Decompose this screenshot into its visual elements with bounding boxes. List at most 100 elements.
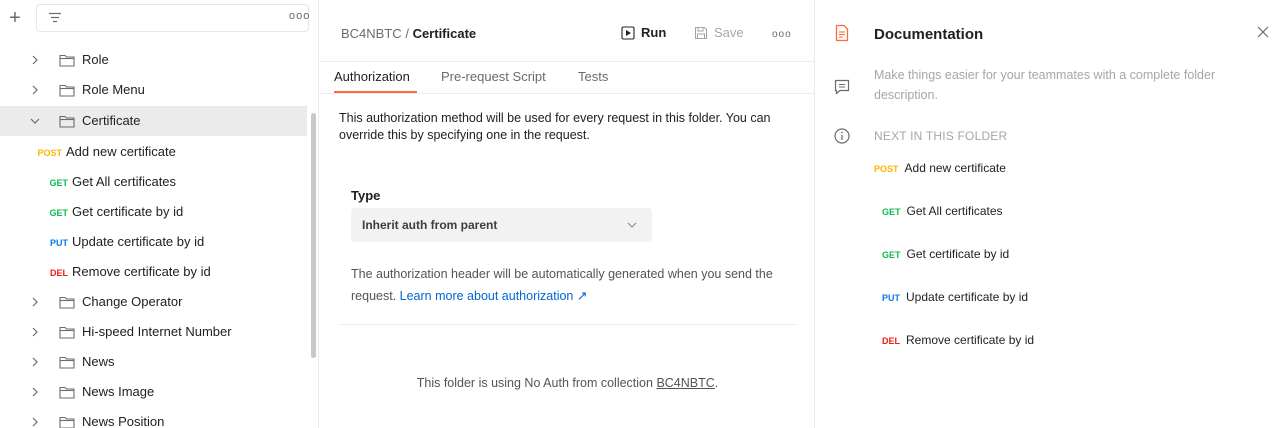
tab-pre-request-script[interactable]: Pre-request Script [441,69,546,84]
active-tab-indicator [334,91,417,93]
method-badge: POST [874,164,899,174]
breadcrumb-folder: Certificate [412,26,477,41]
request-label: Remove certificate by id [72,264,211,279]
request-item[interactable]: PUT Update certificate by id [0,227,307,257]
method-badge: GET [49,178,68,188]
collection-note-suffix: . [714,376,719,390]
chevron-right-icon [32,387,38,397]
breadcrumb-collection[interactable]: BC4NBTC [341,26,402,41]
next-item-label: Get All certificates [906,204,1003,218]
sidebar-toolbar: + ooo [0,0,318,38]
auth-type-value: Inherit auth from parent [362,218,498,232]
chevron-right-icon [32,327,38,337]
type-label: Type [351,188,381,203]
run-button[interactable]: Run [621,25,666,40]
next-item-label: Get certificate by id [906,247,1010,261]
folder-label: News Position [82,414,165,428]
method-badge: GET [49,208,68,218]
documentation-description[interactable]: Make things easier for your teammates wi… [874,65,1274,105]
folder-label: Change Operator [82,294,183,309]
document-icon[interactable] [833,24,851,42]
folder-icon [59,296,75,309]
tab-tests[interactable]: Tests [578,69,608,84]
auth-description: This authorization method will be used f… [339,111,771,142]
folder-news-image[interactable]: News Image [0,377,307,407]
next-item[interactable]: GET Get certificate by id [882,246,1009,264]
folder-label: News Image [82,384,155,399]
method-badge: POST [37,148,62,158]
close-icon[interactable] [1256,25,1270,39]
chevron-down-icon [627,222,637,228]
documentation-panel: Documentation Make things easier for you… [816,0,1281,428]
auth-note: The authorization header will be automat… [351,263,791,307]
folder-certificate[interactable]: Certificate [0,106,307,136]
play-icon [621,25,635,40]
method-badge: DEL [50,268,68,278]
more-icon[interactable]: ooo [289,10,310,22]
folder-role-menu[interactable]: Role Menu [0,75,307,105]
request-label: Get All certificates [72,174,177,189]
folder-hi-speed-internet-number[interactable]: Hi-speed Internet Number [0,317,307,347]
breadcrumb-separator: / [405,26,409,41]
method-badge: PUT [50,238,68,248]
folder-icon [59,326,75,339]
method-badge: DEL [882,336,900,346]
request-item[interactable]: GET Get certificate by id [0,197,307,227]
folder-icon [59,356,75,369]
save-icon [694,26,708,39]
next-item[interactable]: GET Get All certificates [882,203,1003,221]
next-item-label: Add new certificate [904,161,1006,175]
learn-more-link[interactable]: Learn more about authorization ↗ [400,289,588,303]
folder-icon [59,416,75,428]
folder-label: Certificate [82,113,141,128]
chevron-right-icon [32,85,38,95]
folder-icon [59,84,75,97]
next-item[interactable]: POST Add new certificate [874,160,1006,178]
save-label: Save [714,25,744,40]
collection-note-text: This folder is using No Auth from collec… [416,376,653,390]
folder-news-position[interactable]: News Position [0,407,307,428]
folder-label: Role [82,52,109,67]
collection-link[interactable]: BC4NBTC [656,376,714,390]
chevron-right-icon [32,55,38,65]
chevron-right-icon [32,417,38,427]
folder-icon [59,115,75,128]
request-item[interactable]: POST Add new certificate [0,137,307,167]
folder-icon [59,386,75,399]
request-item[interactable]: GET Get All certificates [0,167,307,197]
tab-authorization[interactable]: Authorization [334,69,410,84]
folder-label: Role Menu [82,82,145,97]
breadcrumb: BC4NBTC / Certificate [341,26,476,41]
more-icon[interactable]: ooo [772,29,792,40]
request-label: Get certificate by id [72,204,184,219]
filter-box[interactable] [36,4,309,32]
folder-news[interactable]: News [0,347,307,377]
collection-auth-note: This folder is using No Auth from collec… [320,376,815,390]
request-item[interactable]: DEL Remove certificate by id [0,257,307,287]
info-icon[interactable] [833,127,851,145]
folder-label: Hi-speed Internet Number [82,324,232,339]
main-header: BC4NBTC / Certificate Run Save ooo [320,0,815,62]
chevron-down-icon [30,118,40,124]
method-badge: GET [882,207,901,217]
filter-icon [49,12,61,23]
plus-icon[interactable]: + [6,8,24,28]
next-item[interactable]: PUT Update certificate by id [882,289,1028,307]
next-item-label: Update certificate by id [906,290,1029,304]
divider [339,324,798,325]
sidebar-scrollbar[interactable] [311,113,316,358]
run-label: Run [641,25,667,40]
request-label: Add new certificate [66,144,176,159]
sidebar: + ooo Role Role Menu Certificate POST Ad… [0,0,319,428]
folder-change-operator[interactable]: Change Operator [0,287,307,317]
next-item[interactable]: DEL Remove certificate by id [882,332,1034,350]
save-button[interactable]: Save [694,25,744,40]
filter-input[interactable] [71,9,271,29]
next-item-label: Remove certificate by id [906,333,1035,347]
method-badge: PUT [882,293,900,303]
comment-icon[interactable] [833,78,851,96]
folder-role[interactable]: Role [0,45,307,75]
method-badge: GET [882,250,901,260]
auth-type-select[interactable]: Inherit auth from parent [351,208,652,242]
next-in-folder-heading: NEXT IN THIS FOLDER [874,129,1008,143]
